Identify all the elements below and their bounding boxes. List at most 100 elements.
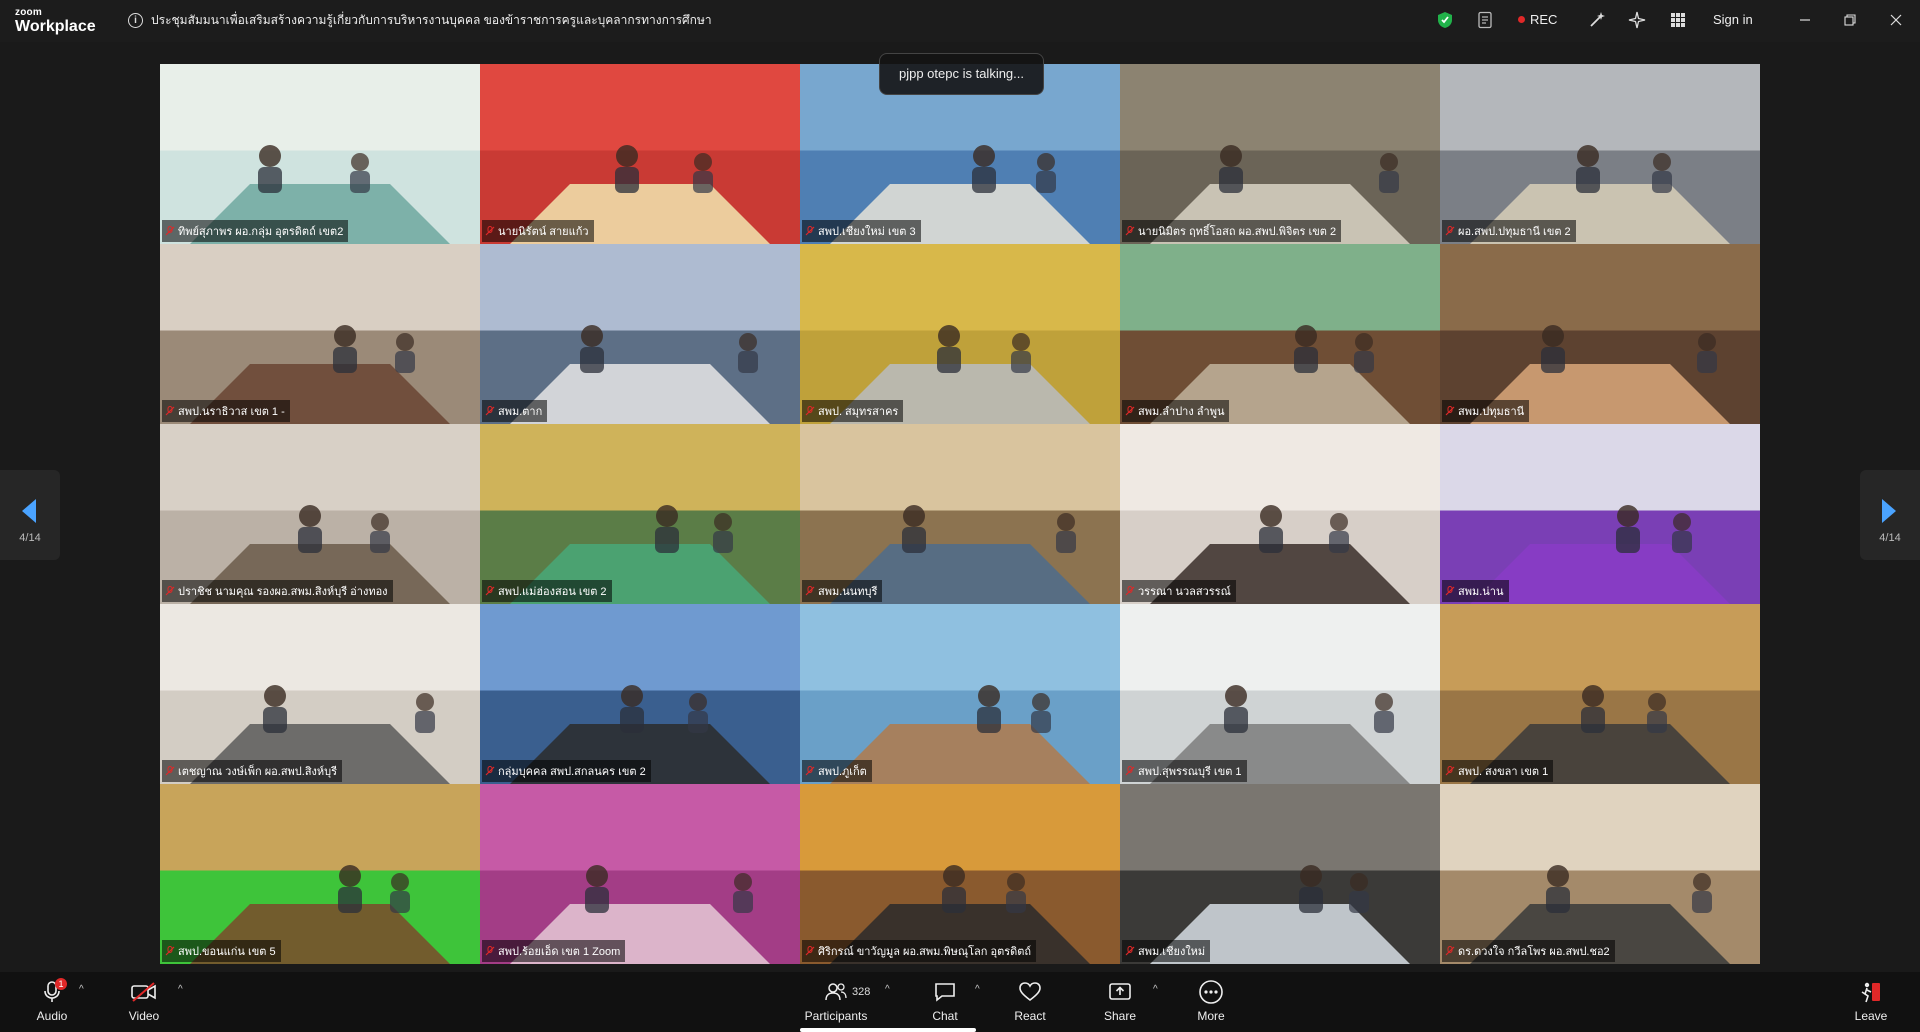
participant-video-tile[interactable]: ผอ.สพป.ปทุมธานี เขต 2 — [1440, 64, 1760, 244]
mic-muted-icon — [1445, 766, 1455, 776]
mic-muted-icon — [165, 406, 175, 416]
participants-icon — [824, 981, 848, 1006]
share-options-chevron-icon[interactable]: ^ — [1153, 984, 1158, 995]
mic-muted-icon — [485, 406, 495, 416]
participant-video-tile[interactable]: นายนิมิตร ฤทธิ์โอสถ ผอ.สพป.พิจิตร เขต 2 — [1120, 64, 1440, 244]
mic-muted-icon — [1445, 226, 1455, 236]
audio-options-chevron-icon[interactable]: ^ — [79, 984, 84, 995]
sparkle-icon[interactable] — [1628, 11, 1646, 34]
participant-video-tile[interactable]: ทิพย์สุภาพร ผอ.กลุ่ม อุตรดิตถ์ เขต2 — [160, 64, 480, 244]
participant-video-tile[interactable]: สพม.เชียงใหม่ — [1120, 784, 1440, 964]
chat-icon — [933, 981, 957, 1006]
sign-in-button[interactable]: Sign in — [1713, 12, 1753, 27]
minimize-icon[interactable] — [1795, 12, 1815, 30]
leave-label: Leave — [1854, 1009, 1888, 1023]
ai-companion-icon[interactable] — [1588, 11, 1606, 34]
participant-video-tile[interactable]: สพป.สุพรรณบุรี เขต 1 — [1120, 604, 1440, 784]
mic-muted-icon — [805, 586, 815, 596]
participant-name: วรรณา นวลสวรรณ์ — [1138, 586, 1231, 598]
participant-video-tile[interactable]: นายนิรัตน์ สายแก้ว — [480, 64, 800, 244]
participant-video-tile[interactable]: สพป.ขอนแก่น เขต 5 — [160, 784, 480, 964]
participant-name: สพม.น่าน — [1458, 586, 1504, 598]
video-options-chevron-icon[interactable]: ^ — [178, 984, 183, 995]
meeting-info[interactable]: i ประชุมสัมมนาเพื่อเสริมสร้างความรู้เกี่… — [128, 11, 712, 30]
participant-name: สพป.นราธิวาส เขต 1 - — [178, 406, 285, 418]
recording-indicator[interactable]: REC — [1518, 12, 1557, 27]
chat-options-chevron-icon[interactable]: ^ — [975, 984, 980, 995]
mic-muted-icon — [805, 406, 815, 416]
video-gallery: ทิพย์สุภาพร ผอ.กลุ่ม อุตรดิตถ์ เขต2 นายน… — [160, 64, 1760, 964]
participant-name: สพป. สมุทรสาคร — [818, 406, 899, 418]
participant-name-tag: ทิพย์สุภาพร ผอ.กลุ่ม อุตรดิตถ์ เขต2 — [162, 220, 349, 242]
participant-video-tile[interactable]: สพป.ภูเก็ต — [800, 604, 1120, 784]
participant-name: สพป.ขอนแก่น เขต 5 — [178, 946, 276, 958]
logo-large-text: Workplace — [15, 18, 96, 35]
participant-name-tag: สพม.เชียงใหม่ — [1122, 940, 1211, 962]
participant-video-tile[interactable]: สพป. สมุทรสาคร — [800, 244, 1120, 424]
participant-name: ผอ.สพป.ปทุมธานี เขต 2 — [1458, 226, 1571, 238]
video-feed — [1440, 784, 1760, 964]
participant-name: สพม.เชียงใหม่ — [1138, 946, 1206, 958]
video-feed — [800, 244, 1120, 424]
participant-video-tile[interactable]: ศิริกรณ์ ขาวัญมูล ผอ.สพม.พิษณุโลก อุตรดิ… — [800, 784, 1120, 964]
video-feed — [1120, 604, 1440, 784]
chat-button[interactable]: Chat — [910, 980, 980, 1023]
security-shield-icon[interactable] — [1437, 11, 1453, 34]
view-grid-icon[interactable] — [1670, 12, 1686, 33]
participant-name-tag: นายนิมิตร ฤทธิ์โอสถ ผอ.สพป.พิจิตร เขต 2 — [1122, 220, 1342, 242]
more-button[interactable]: More — [1176, 979, 1246, 1023]
share-label: Share — [1103, 1009, 1137, 1023]
restore-icon[interactable] — [1840, 12, 1860, 30]
mic-muted-icon — [1445, 946, 1455, 956]
video-feed — [800, 604, 1120, 784]
video-feed — [480, 424, 800, 604]
participant-video-tile[interactable]: เตชญาณ วงษ์เพ็ก ผอ.สพป.สิงห์บุรี — [160, 604, 480, 784]
video-feed — [1120, 784, 1440, 964]
participants-options-chevron-icon[interactable]: ^ — [885, 984, 890, 995]
video-button[interactable]: Video — [109, 980, 179, 1023]
mic-muted-icon — [805, 766, 815, 776]
close-icon[interactable] — [1886, 12, 1906, 30]
mic-muted-icon — [1125, 946, 1135, 956]
zoom-logo: zoom Workplace — [15, 8, 96, 35]
video-feed — [1120, 244, 1440, 424]
participant-video-tile[interactable]: ดร.ดวงใจ กวีลโพร ผอ.สพป.ชอ2 — [1440, 784, 1760, 964]
participant-video-tile[interactable]: ปราชิช นามคุณ รองผอ.สพม.สิงห์บุรี อ่างทอ… — [160, 424, 480, 604]
more-label: More — [1197, 1009, 1225, 1023]
audio-button[interactable]: 1 Audio — [17, 977, 87, 1023]
participant-name-tag: สพม.น่าน — [1442, 580, 1509, 602]
participant-video-tile[interactable]: กลุ่มบุคคล สพป.สกลนคร เขต 2 — [480, 604, 800, 784]
info-icon[interactable]: i — [128, 13, 143, 28]
participant-video-tile[interactable]: สพม.ลำปาง ลำพูน — [1120, 244, 1440, 424]
mic-muted-icon — [485, 226, 495, 236]
participant-video-tile[interactable]: สพม.ตาก — [480, 244, 800, 424]
participant-video-tile[interactable]: สพม.นนทบุรี — [800, 424, 1120, 604]
video-off-icon — [130, 981, 158, 1006]
participant-video-tile[interactable]: สพม.ปทุมธานี — [1440, 244, 1760, 424]
participant-name-tag: ผอ.สพป.ปทุมธานี เขต 2 — [1442, 220, 1576, 242]
next-page-button[interactable]: 4/14 — [1860, 470, 1920, 560]
video-feed — [1440, 604, 1760, 784]
recording-label: REC — [1530, 12, 1558, 27]
share-screen-icon — [1108, 981, 1132, 1006]
share-button[interactable]: Share — [1085, 980, 1155, 1023]
participant-video-tile[interactable]: สพป.แม่ฮ่องสอน เขต 2 — [480, 424, 800, 604]
participant-video-tile[interactable]: สพป.ร้อยเอ็ด เขต 1 Zoom — [480, 784, 800, 964]
chevron-right-icon — [1880, 498, 1898, 529]
video-feed — [1440, 424, 1760, 604]
participant-name-tag: วรรณา นวลสวรรณ์ — [1122, 580, 1236, 602]
leave-button[interactable]: Leave — [1836, 980, 1906, 1023]
participant-name-tag: สพป.แม่ฮ่องสอน เขต 2 — [482, 580, 612, 602]
notes-icon[interactable] — [1477, 11, 1495, 34]
participant-video-tile[interactable]: สพม.น่าน — [1440, 424, 1760, 604]
react-button[interactable]: React — [995, 980, 1065, 1023]
participant-name-tag: สพม.ปทุมธานี — [1442, 400, 1530, 422]
mic-muted-icon — [485, 766, 495, 776]
participant-video-tile[interactable]: สพป.นราธิวาส เขต 1 - — [160, 244, 480, 424]
video-feed — [1120, 64, 1440, 244]
participant-video-tile[interactable]: สพป. สงขลา เขต 1 — [1440, 604, 1760, 784]
participant-video-tile[interactable]: วรรณา นวลสวรรณ์ — [1120, 424, 1440, 604]
participant-name-tag: สพป.สุพรรณบุรี เขต 1 — [1122, 760, 1247, 782]
video-feed — [480, 604, 800, 784]
previous-page-button[interactable]: 4/14 — [0, 470, 60, 560]
